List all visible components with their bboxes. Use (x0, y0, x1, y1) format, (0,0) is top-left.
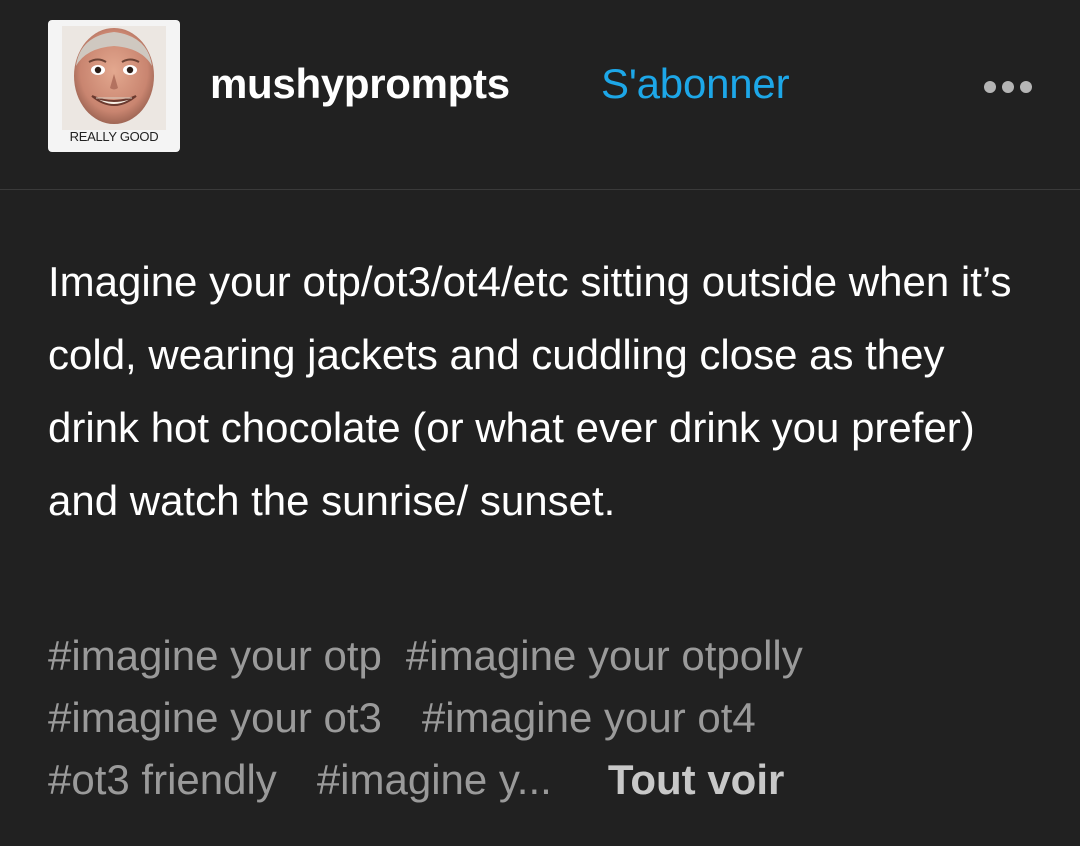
tag-row: #ot3 friendly #imagine y... Tout voir (48, 749, 1038, 811)
more-options-button[interactable] (980, 70, 1036, 102)
post-header: REALLY GOOD mushyprompts S'abonner (0, 0, 1080, 190)
follow-button[interactable]: S'abonner (601, 60, 790, 108)
tag-link[interactable]: #ot3 friendly (48, 756, 277, 803)
avatar[interactable]: REALLY GOOD (48, 20, 180, 152)
more-horizontal-icon (984, 81, 996, 93)
tag-row: #imagine your otp #imagine your otpolly (48, 625, 1038, 687)
more-horizontal-icon (1002, 81, 1014, 93)
tag-link[interactable]: #imagine your otp (48, 632, 382, 679)
tag-row: #imagine your ot3 #imagine your ot4 (48, 687, 1038, 749)
tag-link[interactable]: #imagine your ot4 (422, 694, 756, 741)
see-all-tags-button[interactable]: Tout voir (608, 756, 785, 803)
more-horizontal-icon (1020, 81, 1032, 93)
grinning-face-avatar-icon (62, 26, 166, 130)
post-tags: #imagine your otp #imagine your otpolly #… (48, 625, 1038, 811)
avatar-caption: REALLY GOOD (69, 129, 159, 144)
post-body-text: Imagine your otp/ot3/ot4/etc sitting out… (48, 258, 1012, 524)
tag-link[interactable]: #imagine y... (317, 756, 552, 803)
tag-link[interactable]: #imagine your ot3 (48, 694, 382, 741)
tag-link[interactable]: #imagine your otpolly (406, 632, 803, 679)
username-link[interactable]: mushyprompts (210, 60, 510, 108)
